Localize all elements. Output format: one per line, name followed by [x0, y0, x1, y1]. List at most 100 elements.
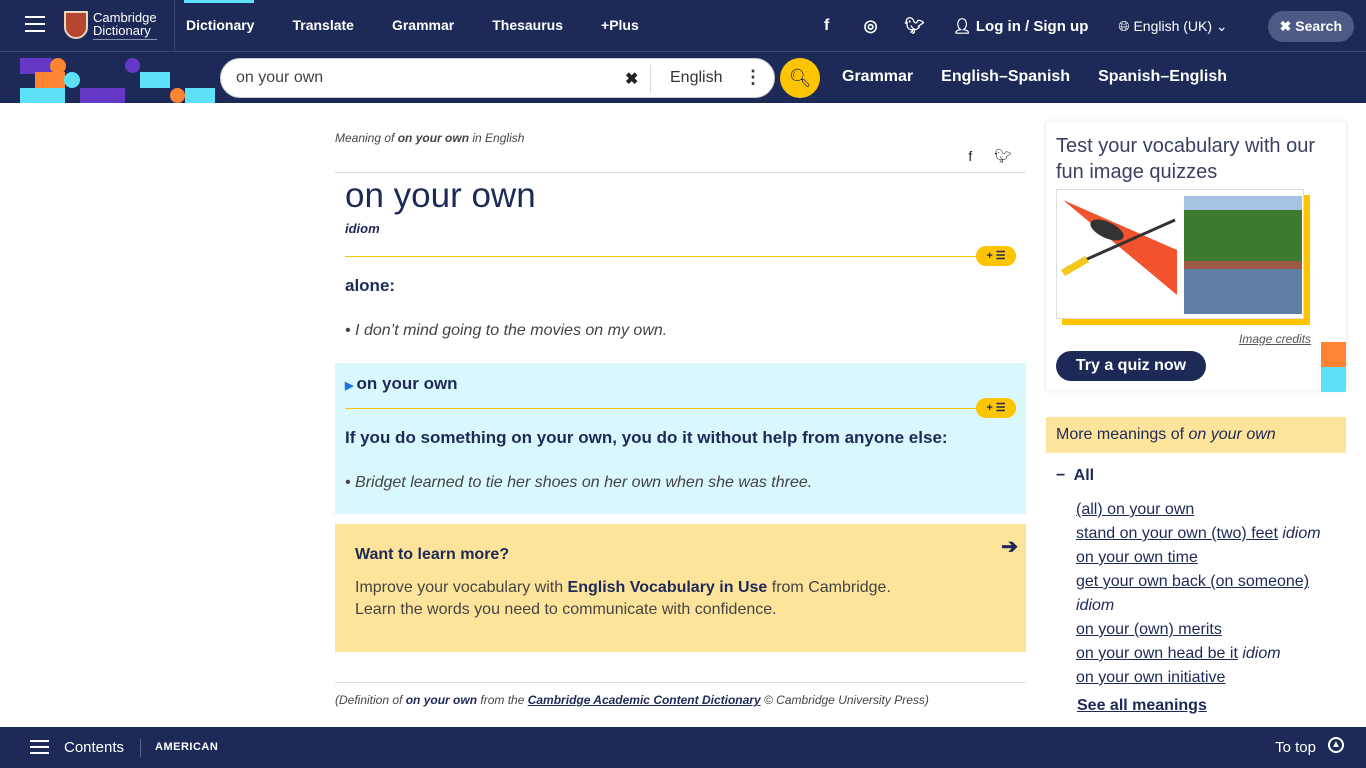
promo-text: Improve your vocabulary with English Voc… [355, 579, 891, 597]
login-label: Log in / Sign up [975, 18, 1089, 35]
idiom-example: • Bridget learned to tie her shoes on he… [345, 474, 813, 491]
language-label: English (UK) [1133, 17, 1213, 34]
try-quiz-button[interactable]: Try a quiz now [1056, 351, 1206, 381]
link-grammar[interactable]: Grammar [842, 68, 913, 86]
example-text: Bridget learned to tie her shoes on her … [355, 474, 813, 491]
globe-icon: 🌐︎ [1118, 17, 1134, 34]
arrow-up-icon[interactable]: ▲ [1328, 737, 1344, 753]
search-button-label: Search [1295, 17, 1342, 34]
more-meanings-header: More meanings of on your own [1046, 417, 1346, 453]
facebook-share-icon[interactable]: f [968, 148, 972, 165]
text: (Definition of [335, 693, 406, 707]
meaning-link[interactable]: on your own time [1076, 549, 1198, 566]
divider [140, 739, 141, 757]
divider [335, 172, 1026, 173]
link-spanish-english[interactable]: Spanish–English [1098, 68, 1227, 86]
quiz-images[interactable] [1056, 189, 1304, 319]
divider [345, 408, 985, 409]
dictionary-language-select[interactable]: English [670, 69, 722, 87]
decoration [35, 72, 65, 88]
decoration [80, 88, 125, 103]
meaning-link[interactable]: on your own initiative [1076, 669, 1225, 686]
clear-icon[interactable]: ✖ [625, 69, 638, 89]
all-label: All [1073, 467, 1095, 484]
logo-text: Dictionary [93, 24, 157, 40]
crest-icon [64, 11, 88, 39]
decoration [140, 72, 170, 88]
menu-icon[interactable] [30, 740, 49, 754]
twitter-icon[interactable]: 🐦︎ [893, 16, 937, 36]
menu-icon[interactable] [25, 16, 45, 32]
nav-translate[interactable]: Translate [292, 17, 353, 33]
divider [335, 682, 1026, 683]
nav-plus[interactable]: +Plus [601, 17, 639, 33]
caret-right-icon: ▶ [345, 380, 357, 392]
text: on your own [1188, 426, 1276, 443]
text: from the [477, 693, 528, 707]
user-icon: 👤︎ [952, 18, 976, 35]
decoration [1321, 367, 1346, 392]
nav-dictionary[interactable]: Dictionary [183, 0, 255, 33]
list-item: on your own initiative [1076, 666, 1346, 690]
cambridge-logo[interactable]: Cambridge Dictionary [64, 11, 157, 40]
contents-button[interactable]: Contents [64, 739, 124, 756]
text: from Cambridge. [767, 579, 891, 596]
all-toggle[interactable]: − All [1056, 467, 1094, 485]
more-options-icon[interactable]: ⋮ [744, 67, 762, 88]
search-toggle-button[interactable]: ✖ Search [1267, 10, 1354, 42]
add-to-wordlist-button[interactable]: + ☰ [976, 398, 1016, 418]
nav-grammar[interactable]: Grammar [392, 17, 454, 33]
list-item: (all) on your own [1076, 498, 1346, 522]
learn-more-promo[interactable]: Want to learn more? ➔ Improve your vocab… [335, 524, 1026, 652]
meaning-link[interactable]: on your (own) merits [1076, 621, 1222, 638]
login-link[interactable]: 👤︎ Log in / Sign up [953, 17, 1089, 35]
more-meanings-list: (all) on your own stand on your own (two)… [1076, 498, 1346, 690]
promo-title: Want to learn more? [355, 546, 510, 563]
arrow-right-icon[interactable]: ➔ [1001, 534, 1018, 559]
list-item: on your own head be it idiom [1076, 642, 1346, 666]
quiz-title: Test your vocabulary with our fun image … [1056, 135, 1316, 183]
see-all-meanings-link[interactable]: See all meanings [1077, 697, 1207, 715]
search-input[interactable] [236, 69, 616, 87]
caption-text: Meaning of [335, 131, 398, 145]
source-link[interactable]: Cambridge Academic Content Dictionary [528, 693, 761, 707]
text: on your own [405, 693, 478, 707]
idiom-tag: idiom [1076, 597, 1115, 614]
link-english-spanish[interactable]: English–Spanish [941, 68, 1070, 86]
kayak-image [1061, 200, 1177, 295]
part-of-speech: idiom [345, 221, 380, 236]
definition: alone: [345, 276, 396, 295]
headword: on your own [345, 176, 536, 215]
nav-thesaurus[interactable]: Thesaurus [492, 17, 563, 33]
meaning-link[interactable]: stand on your own (two) feet [1076, 525, 1278, 542]
text: Improve your vocabulary with [355, 579, 568, 596]
meaning-link[interactable]: get your own back (on someone) [1076, 573, 1309, 590]
idiom-block: ▶ on your own + ☰ If you do something on… [335, 363, 1026, 514]
twitter-share-icon[interactable]: 🐦︎ [994, 148, 1012, 165]
to-top-link[interactable]: To top [1275, 739, 1316, 756]
list-item: on your own time [1076, 546, 1346, 570]
decoration [1321, 342, 1346, 367]
language-selector[interactable]: 🌐︎ English (UK) ⌄ [1118, 18, 1227, 35]
divider [174, 0, 175, 52]
meaning-link[interactable]: on your own head be it [1076, 645, 1238, 662]
minus-icon: − [1056, 467, 1074, 484]
decoration [20, 88, 65, 103]
idiom-tag: idiom [1282, 525, 1321, 542]
facebook-icon[interactable]: f [805, 17, 849, 35]
idiom-phrase[interactable]: ▶ on your own [345, 374, 458, 394]
example-text: I don’t mind going to the movies on my o… [355, 322, 668, 339]
list-item: get your own back (on someone) idiom [1076, 570, 1346, 618]
caption-word: on your own [397, 131, 470, 145]
search-submit-button[interactable]: 🔍︎ [780, 58, 820, 98]
add-to-wordlist-button[interactable]: + ☰ [976, 246, 1016, 266]
image-credits-link[interactable]: Image credits [1239, 332, 1311, 346]
example: • I don’t mind going to the movies on my… [345, 322, 668, 339]
instagram-icon[interactable]: ◎ [849, 16, 893, 36]
search-icon: 🔍︎ [788, 68, 812, 88]
search-box: ✖ English ⋮ [220, 58, 775, 98]
dialect-tab[interactable]: AMERICAN [155, 741, 218, 753]
decoration [185, 88, 215, 103]
meaning-link[interactable]: (all) on your own [1076, 501, 1194, 518]
top-navbar: Cambridge Dictionary Dictionary Translate… [0, 0, 1366, 52]
